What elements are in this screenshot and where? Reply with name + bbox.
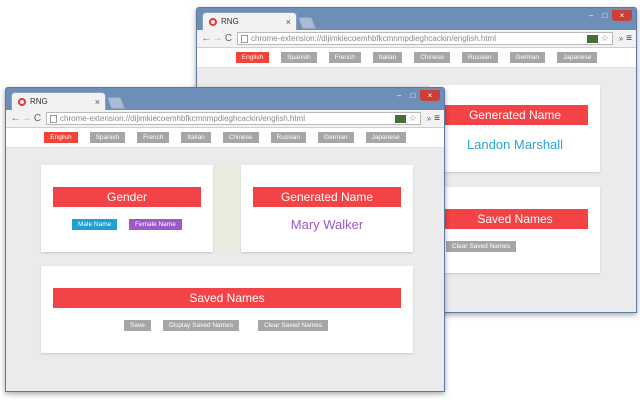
saved-names-card: Saved Names Save Display Saved Names Cle… [41, 266, 413, 353]
lang-french[interactable]: French [137, 132, 170, 143]
lang-french[interactable]: French [328, 52, 361, 63]
close-window-icon[interactable]: × [612, 10, 632, 21]
extensions-overflow-icon[interactable]: » [427, 114, 431, 123]
new-tab-button[interactable] [297, 17, 317, 29]
address-bar[interactable]: chrome-extension://dijimkiecoemhbfkcmnmp… [46, 112, 421, 125]
display-saved-names-button[interactable]: Display Saved Names [163, 320, 239, 331]
page-icon [241, 34, 248, 43]
lang-spanish[interactable]: Spanish [89, 132, 126, 143]
address-bar[interactable]: chrome-extension://dijimkiecoemhbfkcmnmp… [237, 32, 613, 45]
minimize-icon[interactable]: – [392, 90, 406, 101]
clear-saved-names-button[interactable]: Clear Saved Names [258, 320, 329, 331]
browser-toolbar: ← → C chrome-extension://dijimkiecoemhbf… [197, 30, 636, 48]
lang-chinese[interactable]: Chinese [414, 52, 451, 63]
menu-icon[interactable]: ≡ [626, 33, 632, 44]
browser-tab[interactable]: RNG × [202, 12, 297, 30]
lang-english[interactable]: English [44, 132, 78, 143]
lang-russian[interactable]: Russian [462, 52, 498, 63]
save-button[interactable]: Save [124, 320, 151, 331]
browser-tab[interactable]: RNG × [11, 92, 106, 110]
lang-german[interactable]: German [318, 132, 354, 143]
lang-chinese[interactable]: Chinese [222, 132, 259, 143]
lang-italian[interactable]: Italian [372, 52, 403, 63]
browser-toolbar: ← → C chrome-extension://dijimkiecoemhbf… [6, 110, 444, 128]
language-bar: English Spanish French Italian Chinese R… [6, 128, 444, 148]
tab-close-icon[interactable]: × [95, 97, 100, 107]
tab-title: RNG [30, 97, 48, 106]
tab-close-icon[interactable]: × [286, 17, 291, 27]
extension-page: English Spanish French Italian Chinese R… [6, 128, 444, 391]
opera-logo-icon [18, 97, 26, 106]
lang-english[interactable]: English [235, 52, 270, 63]
lang-german[interactable]: German [509, 52, 546, 63]
url-text: chrome-extension://dijimkiecoemhbfkcmnmp… [60, 114, 305, 123]
new-tab-button[interactable] [106, 97, 126, 109]
reload-icon[interactable]: C [32, 113, 43, 124]
screenshot-stage: RNG × – □ × ← → C chrome-extension://dij… [0, 0, 640, 400]
extension-flag-icon[interactable] [586, 34, 598, 43]
generated-name-title: Generated Name [253, 187, 401, 207]
lang-italian[interactable]: Italian [181, 132, 211, 143]
extension-flag-icon[interactable] [394, 114, 406, 123]
menu-icon[interactable]: ≡ [434, 113, 440, 124]
browser-window-front: RNG × – □ × ← → C chrome-extension://dij… [5, 87, 445, 392]
close-window-icon[interactable]: × [420, 90, 440, 101]
tab-title: RNG [221, 17, 239, 26]
saved-names-title: Saved Names [442, 209, 588, 229]
forward-arrow-icon[interactable]: → [21, 113, 32, 124]
generated-name-value: Landon Marshall [466, 137, 564, 152]
maximize-icon[interactable]: □ [598, 10, 612, 21]
reload-icon[interactable]: C [223, 33, 234, 44]
generated-name-title: Generated Name [442, 105, 588, 125]
gender-title: Gender [53, 187, 201, 207]
lang-russian[interactable]: Russian [270, 132, 307, 143]
page-icon [50, 114, 57, 123]
generated-name-card: Generated Name Mary Walker [241, 165, 413, 252]
lang-japanese[interactable]: Japanese [557, 52, 598, 63]
bookmark-star-icon[interactable]: ☆ [601, 33, 609, 44]
title-bar: RNG × – □ × [197, 8, 636, 30]
title-bar: RNG × – □ × [6, 88, 444, 110]
minimize-icon[interactable]: – [584, 10, 598, 21]
maximize-icon[interactable]: □ [406, 90, 420, 101]
extensions-overflow-icon[interactable]: » [619, 34, 623, 43]
lang-spanish[interactable]: Spanish [281, 52, 317, 63]
female-name-button[interactable]: Female Name [129, 219, 182, 230]
opera-logo-icon [209, 17, 217, 26]
back-arrow-icon[interactable]: ← [10, 113, 21, 124]
lang-japanese[interactable]: Japanese [365, 132, 406, 143]
back-arrow-icon[interactable]: ← [201, 33, 212, 44]
generated-name-value: Mary Walker [290, 217, 364, 232]
gender-card: Gender Male Name Female Name [41, 165, 213, 252]
generated-name-card: Generated Name Landon Marshall [430, 85, 600, 172]
male-name-button[interactable]: Male Name [72, 219, 118, 230]
saved-names-card: Saved Names Clear Saved Names [430, 187, 600, 273]
clear-saved-names-button[interactable]: Clear Saved Names [446, 241, 517, 252]
url-text: chrome-extension://dijimkiecoemhbfkcmnmp… [251, 34, 496, 43]
saved-names-title: Saved Names [53, 288, 401, 308]
window-controls: – □ × [392, 90, 440, 101]
language-bar: English Spanish French Italian Chinese R… [197, 48, 636, 68]
gap-strip [213, 165, 241, 252]
bookmark-star-icon[interactable]: ☆ [409, 113, 417, 124]
window-controls: – □ × [584, 10, 632, 21]
forward-arrow-icon[interactable]: → [212, 33, 223, 44]
